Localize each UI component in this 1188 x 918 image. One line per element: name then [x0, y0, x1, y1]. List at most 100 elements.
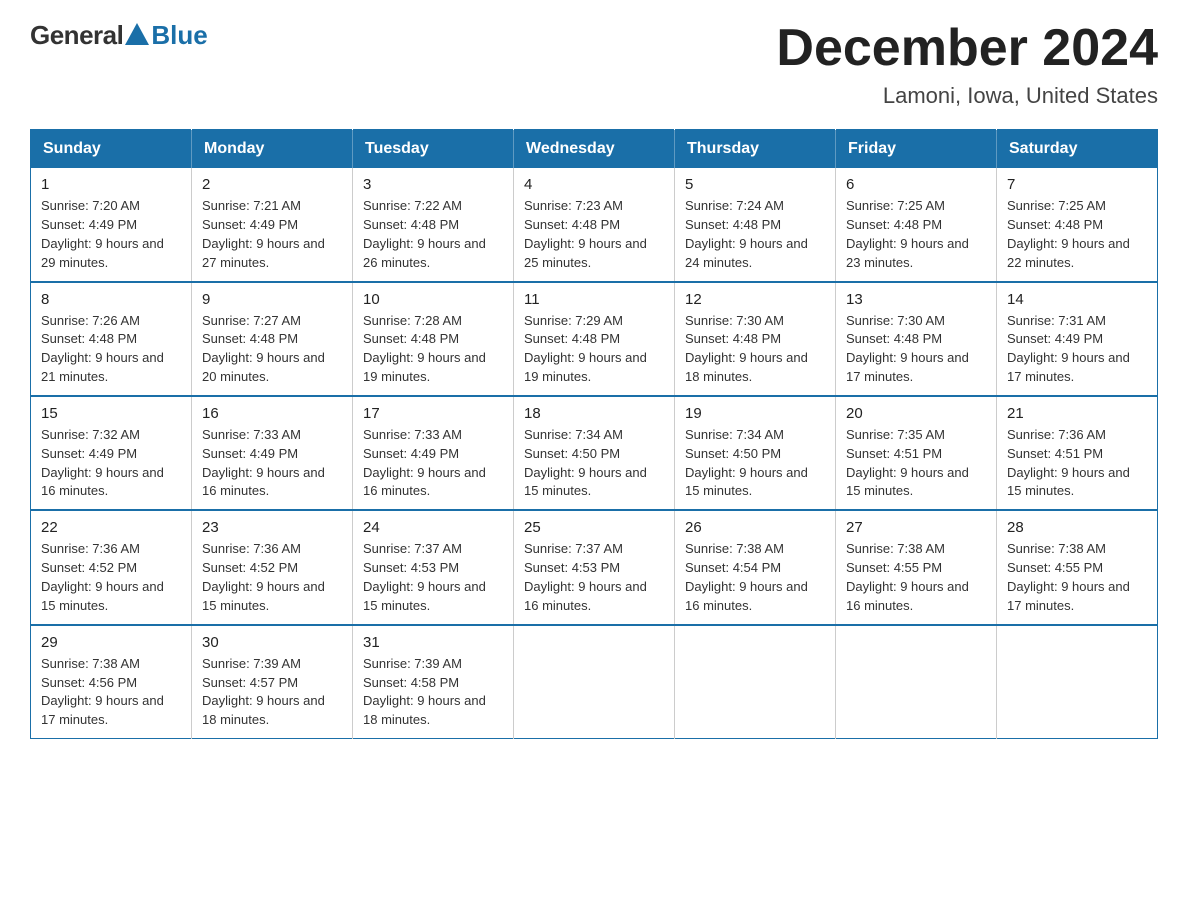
day-info: Sunrise: 7:32 AM Sunset: 4:49 PM Dayligh… [41, 426, 181, 501]
calendar-cell: 4 Sunrise: 7:23 AM Sunset: 4:48 PM Dayli… [514, 168, 675, 281]
calendar-cell: 13 Sunrise: 7:30 AM Sunset: 4:48 PM Dayl… [836, 282, 997, 396]
calendar-cell: 9 Sunrise: 7:27 AM Sunset: 4:48 PM Dayli… [192, 282, 353, 396]
calendar-cell: 31 Sunrise: 7:39 AM Sunset: 4:58 PM Dayl… [353, 625, 514, 739]
day-number: 25 [524, 519, 664, 536]
day-number: 18 [524, 405, 664, 422]
calendar-cell: 2 Sunrise: 7:21 AM Sunset: 4:49 PM Dayli… [192, 168, 353, 281]
calendar-cell: 3 Sunrise: 7:22 AM Sunset: 4:48 PM Dayli… [353, 168, 514, 281]
day-info: Sunrise: 7:21 AM Sunset: 4:49 PM Dayligh… [202, 197, 342, 272]
day-number: 15 [41, 405, 181, 422]
calendar-cell: 6 Sunrise: 7:25 AM Sunset: 4:48 PM Dayli… [836, 168, 997, 281]
calendar-cell: 16 Sunrise: 7:33 AM Sunset: 4:49 PM Dayl… [192, 396, 353, 510]
weekday-header-wednesday: Wednesday [514, 130, 675, 169]
day-number: 1 [41, 176, 181, 193]
day-info: Sunrise: 7:25 AM Sunset: 4:48 PM Dayligh… [1007, 197, 1147, 272]
calendar-cell [675, 625, 836, 739]
day-number: 31 [363, 634, 503, 651]
day-info: Sunrise: 7:23 AM Sunset: 4:48 PM Dayligh… [524, 197, 664, 272]
calendar-cell: 20 Sunrise: 7:35 AM Sunset: 4:51 PM Dayl… [836, 396, 997, 510]
calendar-cell: 29 Sunrise: 7:38 AM Sunset: 4:56 PM Dayl… [31, 625, 192, 739]
day-number: 29 [41, 634, 181, 651]
calendar-week-row: 8 Sunrise: 7:26 AM Sunset: 4:48 PM Dayli… [31, 282, 1158, 396]
day-number: 8 [41, 291, 181, 308]
day-info: Sunrise: 7:39 AM Sunset: 4:57 PM Dayligh… [202, 655, 342, 730]
logo-triangle-icon [125, 23, 149, 45]
day-info: Sunrise: 7:25 AM Sunset: 4:48 PM Dayligh… [846, 197, 986, 272]
weekday-header-monday: Monday [192, 130, 353, 169]
calendar-cell: 23 Sunrise: 7:36 AM Sunset: 4:52 PM Dayl… [192, 510, 353, 624]
day-number: 11 [524, 291, 664, 308]
calendar-week-row: 15 Sunrise: 7:32 AM Sunset: 4:49 PM Dayl… [31, 396, 1158, 510]
day-info: Sunrise: 7:38 AM Sunset: 4:55 PM Dayligh… [846, 540, 986, 615]
month-title: December 2024 [776, 20, 1158, 77]
calendar-week-row: 22 Sunrise: 7:36 AM Sunset: 4:52 PM Dayl… [31, 510, 1158, 624]
calendar-week-row: 1 Sunrise: 7:20 AM Sunset: 4:49 PM Dayli… [31, 168, 1158, 281]
day-info: Sunrise: 7:28 AM Sunset: 4:48 PM Dayligh… [363, 312, 503, 387]
calendar-cell: 7 Sunrise: 7:25 AM Sunset: 4:48 PM Dayli… [997, 168, 1158, 281]
day-info: Sunrise: 7:20 AM Sunset: 4:49 PM Dayligh… [41, 197, 181, 272]
day-info: Sunrise: 7:35 AM Sunset: 4:51 PM Dayligh… [846, 426, 986, 501]
day-number: 20 [846, 405, 986, 422]
day-number: 26 [685, 519, 825, 536]
day-number: 4 [524, 176, 664, 193]
day-info: Sunrise: 7:37 AM Sunset: 4:53 PM Dayligh… [524, 540, 664, 615]
calendar-cell: 8 Sunrise: 7:26 AM Sunset: 4:48 PM Dayli… [31, 282, 192, 396]
weekday-header-tuesday: Tuesday [353, 130, 514, 169]
day-number: 6 [846, 176, 986, 193]
calendar-cell: 5 Sunrise: 7:24 AM Sunset: 4:48 PM Dayli… [675, 168, 836, 281]
day-number: 17 [363, 405, 503, 422]
day-number: 5 [685, 176, 825, 193]
calendar-cell: 27 Sunrise: 7:38 AM Sunset: 4:55 PM Dayl… [836, 510, 997, 624]
day-info: Sunrise: 7:29 AM Sunset: 4:48 PM Dayligh… [524, 312, 664, 387]
calendar-cell: 10 Sunrise: 7:28 AM Sunset: 4:48 PM Dayl… [353, 282, 514, 396]
day-info: Sunrise: 7:22 AM Sunset: 4:48 PM Dayligh… [363, 197, 503, 272]
calendar-cell: 19 Sunrise: 7:34 AM Sunset: 4:50 PM Dayl… [675, 396, 836, 510]
day-info: Sunrise: 7:26 AM Sunset: 4:48 PM Dayligh… [41, 312, 181, 387]
calendar-cell: 1 Sunrise: 7:20 AM Sunset: 4:49 PM Dayli… [31, 168, 192, 281]
calendar-cell: 28 Sunrise: 7:38 AM Sunset: 4:55 PM Dayl… [997, 510, 1158, 624]
weekday-header-saturday: Saturday [997, 130, 1158, 169]
day-number: 2 [202, 176, 342, 193]
day-info: Sunrise: 7:27 AM Sunset: 4:48 PM Dayligh… [202, 312, 342, 387]
calendar-cell [836, 625, 997, 739]
calendar-cell [997, 625, 1158, 739]
day-number: 7 [1007, 176, 1147, 193]
day-info: Sunrise: 7:30 AM Sunset: 4:48 PM Dayligh… [846, 312, 986, 387]
day-number: 13 [846, 291, 986, 308]
day-number: 14 [1007, 291, 1147, 308]
calendar-cell: 17 Sunrise: 7:33 AM Sunset: 4:49 PM Dayl… [353, 396, 514, 510]
day-number: 23 [202, 519, 342, 536]
day-info: Sunrise: 7:38 AM Sunset: 4:55 PM Dayligh… [1007, 540, 1147, 615]
calendar-cell: 15 Sunrise: 7:32 AM Sunset: 4:49 PM Dayl… [31, 396, 192, 510]
calendar-cell: 21 Sunrise: 7:36 AM Sunset: 4:51 PM Dayl… [997, 396, 1158, 510]
day-info: Sunrise: 7:36 AM Sunset: 4:51 PM Dayligh… [1007, 426, 1147, 501]
day-info: Sunrise: 7:33 AM Sunset: 4:49 PM Dayligh… [363, 426, 503, 501]
day-number: 21 [1007, 405, 1147, 422]
day-number: 28 [1007, 519, 1147, 536]
day-info: Sunrise: 7:33 AM Sunset: 4:49 PM Dayligh… [202, 426, 342, 501]
calendar-cell [514, 625, 675, 739]
weekday-header-row: SundayMondayTuesdayWednesdayThursdayFrid… [31, 130, 1158, 169]
day-info: Sunrise: 7:39 AM Sunset: 4:58 PM Dayligh… [363, 655, 503, 730]
day-number: 27 [846, 519, 986, 536]
day-info: Sunrise: 7:38 AM Sunset: 4:54 PM Dayligh… [685, 540, 825, 615]
day-info: Sunrise: 7:36 AM Sunset: 4:52 PM Dayligh… [202, 540, 342, 615]
day-info: Sunrise: 7:31 AM Sunset: 4:49 PM Dayligh… [1007, 312, 1147, 387]
calendar-cell: 26 Sunrise: 7:38 AM Sunset: 4:54 PM Dayl… [675, 510, 836, 624]
calendar-week-row: 29 Sunrise: 7:38 AM Sunset: 4:56 PM Dayl… [31, 625, 1158, 739]
day-info: Sunrise: 7:34 AM Sunset: 4:50 PM Dayligh… [685, 426, 825, 501]
calendar-cell: 12 Sunrise: 7:30 AM Sunset: 4:48 PM Dayl… [675, 282, 836, 396]
day-number: 19 [685, 405, 825, 422]
day-number: 22 [41, 519, 181, 536]
calendar-cell: 22 Sunrise: 7:36 AM Sunset: 4:52 PM Dayl… [31, 510, 192, 624]
day-number: 3 [363, 176, 503, 193]
day-info: Sunrise: 7:36 AM Sunset: 4:52 PM Dayligh… [41, 540, 181, 615]
day-number: 16 [202, 405, 342, 422]
day-number: 24 [363, 519, 503, 536]
title-area: December 2024 Lamoni, Iowa, United State… [776, 20, 1158, 109]
day-info: Sunrise: 7:24 AM Sunset: 4:48 PM Dayligh… [685, 197, 825, 272]
day-number: 30 [202, 634, 342, 651]
calendar-cell: 18 Sunrise: 7:34 AM Sunset: 4:50 PM Dayl… [514, 396, 675, 510]
calendar-cell: 11 Sunrise: 7:29 AM Sunset: 4:48 PM Dayl… [514, 282, 675, 396]
day-info: Sunrise: 7:38 AM Sunset: 4:56 PM Dayligh… [41, 655, 181, 730]
